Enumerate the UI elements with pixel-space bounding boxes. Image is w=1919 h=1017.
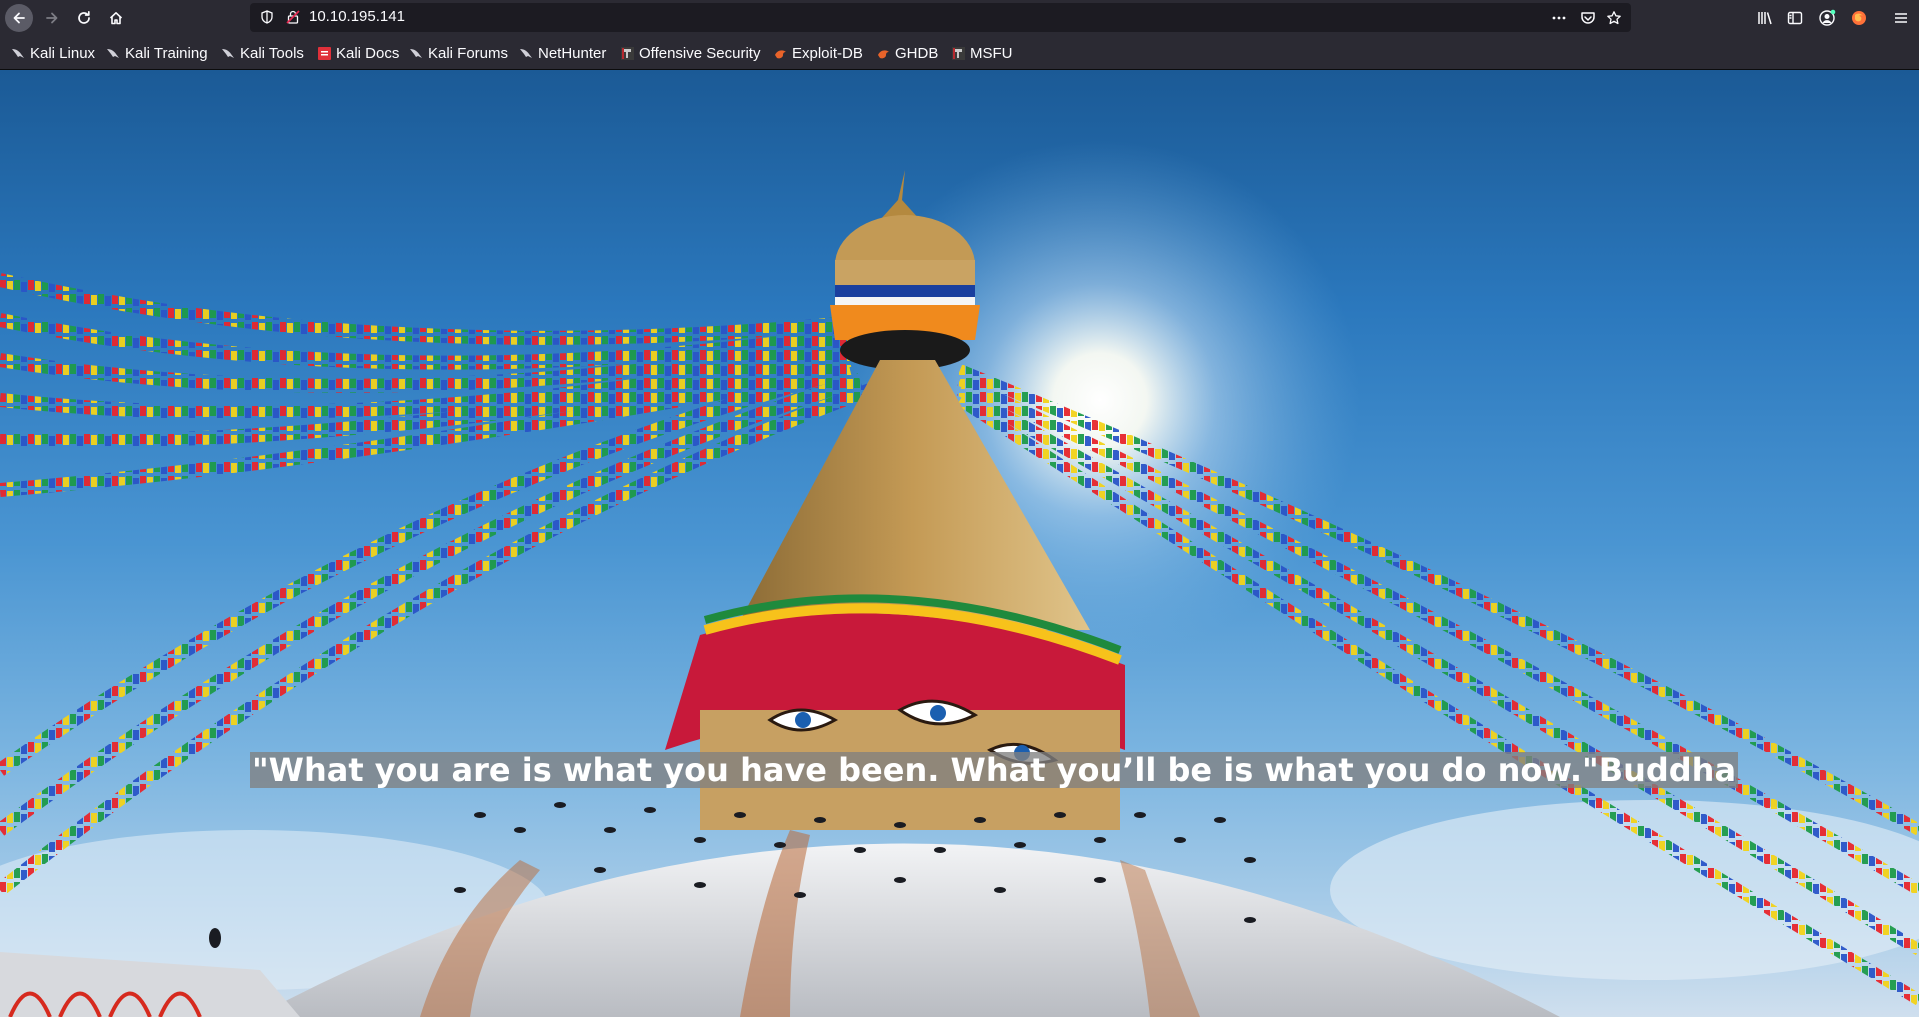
page-content: "What you are is what you have been. Wha… (0, 70, 1919, 1017)
kali-dragon-icon (222, 48, 234, 58)
kali-dragon-icon (12, 48, 24, 58)
firefox-extension-icon (1852, 11, 1866, 25)
hamburger-menu-icon (1895, 13, 1907, 23)
reload-button[interactable] (70, 4, 98, 32)
bookmark-label: Kali Forums (428, 44, 509, 62)
library-icon (1758, 12, 1772, 25)
stupa-background-image (0, 70, 1919, 1017)
shield-icon[interactable] (260, 10, 274, 24)
extension-button[interactable] (1849, 8, 1869, 28)
kali-dragon-icon (107, 48, 119, 58)
star-icon (1607, 11, 1621, 25)
bookmark-msfu[interactable]: MSFU (951, 44, 1013, 62)
sidebar-icon (1787, 11, 1803, 25)
account-icon (1819, 9, 1836, 26)
bookmark-kali-tools[interactable]: Kali Tools (221, 44, 304, 62)
bookmark-label: Kali Tools (240, 44, 304, 62)
bookmark-kali-training[interactable]: Kali Training (106, 44, 208, 62)
offsec-icon (952, 46, 965, 60)
bookmark-label: Exploit-DB (792, 44, 863, 62)
offsec-icon (621, 46, 634, 60)
bookmark-nethunter[interactable]: NetHunter (519, 44, 606, 62)
url-bar[interactable]: 10.10.195.141 (250, 3, 1631, 32)
kali-dragon-icon (410, 48, 422, 58)
pocket-button[interactable] (1579, 9, 1597, 27)
bookmark-exploit-db[interactable]: Exploit-DB (773, 44, 863, 62)
bookmark-label: Kali Linux (30, 44, 96, 62)
home-icon (109, 12, 123, 25)
forward-button[interactable] (38, 4, 66, 32)
sidebar-button[interactable] (1785, 8, 1805, 28)
bookmark-label: MSFU (970, 44, 1013, 62)
browser-toolbar: 10.10.195.141 (0, 0, 1919, 35)
reload-icon (78, 10, 90, 24)
bookmark-label: NetHunter (538, 44, 607, 62)
arrow-right-icon (46, 12, 58, 24)
bookmark-label: Offensive Security (639, 44, 761, 62)
buddha-quote: "What you are is what you have been. Wha… (250, 751, 1739, 789)
bookmark-label: Kali Docs (336, 44, 400, 62)
bookmark-label: Kali Training (125, 44, 208, 62)
bookmark-kali-docs[interactable]: Kali Docs (317, 44, 399, 62)
bookmark-ghdb[interactable]: GHDB (876, 44, 938, 62)
kali-dragon-icon (520, 48, 532, 58)
exploit-db-icon (775, 49, 786, 58)
pocket-icon (1581, 12, 1595, 24)
account-button[interactable] (1817, 8, 1837, 28)
arrow-left-icon (13, 12, 25, 24)
back-button[interactable] (5, 4, 33, 32)
library-button[interactable] (1755, 8, 1775, 28)
bookmark-kali-linux[interactable]: Kali Linux (11, 44, 95, 62)
url-text[interactable]: 10.10.195.141 (309, 8, 405, 25)
insecure-lock-icon[interactable] (286, 10, 300, 24)
bookmark-kali-forums[interactable]: Kali Forums (409, 44, 508, 62)
app-menu-button[interactable] (1891, 8, 1911, 28)
home-button[interactable] (102, 4, 130, 32)
page-actions-button[interactable] (1550, 9, 1568, 27)
bookmark-label: GHDB (895, 44, 939, 62)
more-horizontal-icon (1552, 16, 1566, 20)
bookmark-offensive-security[interactable]: Offensive Security (620, 44, 760, 62)
kali-docs-icon (318, 46, 331, 60)
exploit-db-icon (878, 49, 889, 58)
bookmark-star-button[interactable] (1605, 9, 1623, 27)
bookmarks-toolbar: Kali Linux Kali Training Kali Tools Kali… (0, 35, 1919, 70)
